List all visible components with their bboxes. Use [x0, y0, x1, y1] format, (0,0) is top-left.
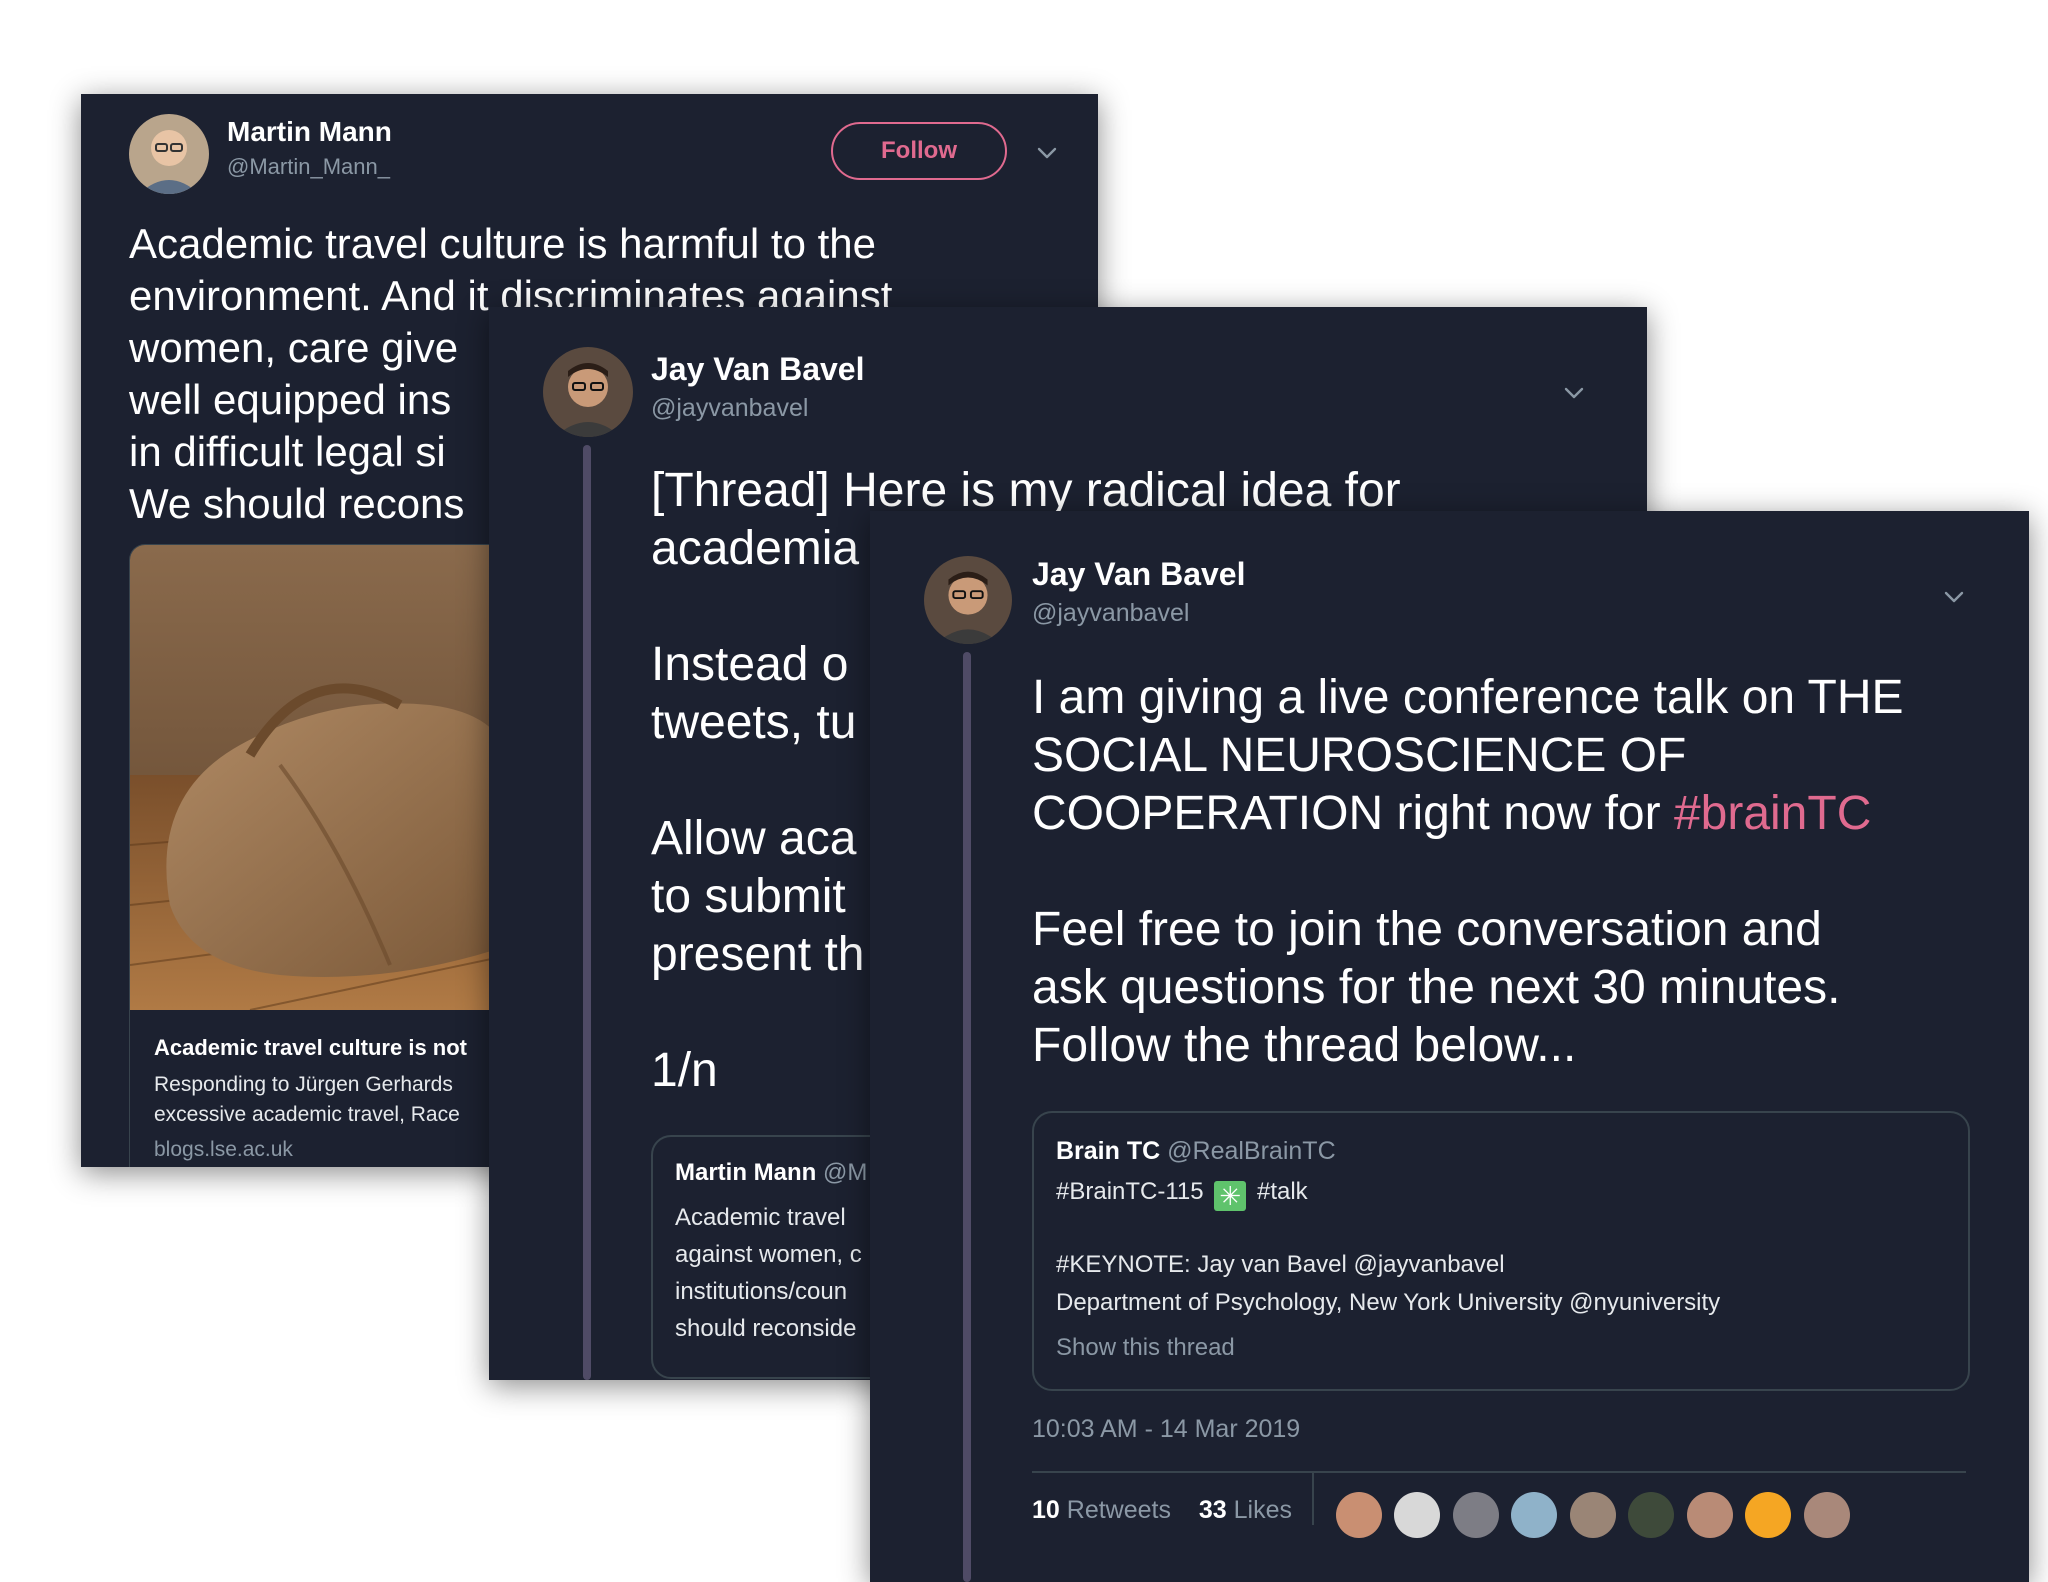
liker-avatar[interactable] — [1686, 1492, 1733, 1538]
quoted-text-line: #KEYNOTE: Jay van Bavel @jayvanbavel — [1056, 1251, 1505, 1278]
liker-avatars — [1336, 1492, 1858, 1538]
avatar[interactable] — [129, 114, 209, 194]
tweet-timestamp[interactable]: 10:03 AM - 14 Mar 2019 — [1032, 1415, 1300, 1444]
chevron-down-icon[interactable] — [1942, 585, 1966, 609]
vertical-divider — [1312, 1473, 1314, 1525]
liker-avatar[interactable] — [1569, 1492, 1616, 1538]
retweets-count[interactable]: 10 — [1032, 1496, 1060, 1524]
tweet-text-line: SOCIAL NEUROSCIENCE OF — [1032, 729, 1687, 782]
sparkle-icon: ✳ — [1214, 1181, 1247, 1211]
author-handle[interactable]: @Martin_Mann_ — [227, 154, 390, 180]
avatar[interactable] — [543, 347, 633, 437]
author-name[interactable]: Jay Van Bavel — [651, 351, 864, 388]
chevron-down-icon[interactable] — [1562, 381, 1586, 405]
quoted-text-line: institutions/coun — [675, 1278, 848, 1305]
likes-label[interactable]: Likes — [1234, 1496, 1292, 1524]
link-preview-title: Academic travel culture is not — [154, 1035, 467, 1060]
link-preview-desc-line: Responding to Jürgen Gerhards — [154, 1073, 453, 1096]
hashtag-link[interactable]: #brainTC — [1674, 787, 1871, 840]
quoted-hashtag[interactable]: #talk — [1257, 1178, 1308, 1205]
author-handle[interactable]: @jayvanbavel — [651, 394, 808, 423]
tweet-text-line: Academic travel culture is harmful to th… — [129, 220, 876, 267]
tweet-text: I am giving a live conference talk on TH… — [1032, 669, 1904, 1075]
quoted-author-name: Brain TC — [1056, 1137, 1161, 1165]
divider — [1032, 1471, 1966, 1473]
avatar[interactable] — [924, 556, 1012, 644]
tweet-text-line: COOPERATION right now for #brainTC — [1032, 785, 1904, 843]
retweets-label[interactable]: Retweets — [1067, 1496, 1171, 1524]
tweet-text-line: Follow the thread below... — [1032, 1019, 1577, 1072]
follow-button[interactable]: Follow — [831, 122, 1007, 180]
liker-avatar[interactable] — [1745, 1492, 1792, 1538]
author-name[interactable]: Martin Mann — [227, 116, 392, 148]
tweet-text-line: ask questions for the next 30 minutes. — [1032, 961, 1841, 1014]
quoted-author-name: Martin Mann — [675, 1159, 817, 1186]
liker-avatar[interactable] — [1452, 1492, 1499, 1538]
author-name[interactable]: Jay Van Bavel — [1032, 556, 1245, 593]
engagement-stats: 10 Retweets 33 Likes — [1032, 1496, 1292, 1525]
thread-connector-line — [583, 445, 591, 1380]
tweet-text-line: I am giving a live conference talk on TH… — [1032, 671, 1904, 724]
liker-avatar[interactable] — [1628, 1492, 1675, 1538]
quoted-author-handle: @RealBrainTC — [1167, 1137, 1336, 1165]
thread-connector-line — [963, 652, 971, 1582]
show-thread-link[interactable]: Show this thread — [1056, 1334, 1235, 1362]
quoted-text-line: Department of Psychology, New York Unive… — [1056, 1289, 1721, 1316]
quoted-text-line: Academic travel — [675, 1204, 846, 1231]
liker-avatar[interactable] — [1394, 1492, 1441, 1538]
tweet-text-segment: COOPERATION right now for — [1032, 787, 1674, 840]
tweet-card-live-talk: Jay Van Bavel @jayvanbavel I am giving a… — [870, 511, 2029, 1582]
tweet-text-line: Feel free to join the conversation and — [1032, 903, 1822, 956]
quoted-author-handle: @M — [823, 1159, 868, 1186]
liker-avatar[interactable] — [1803, 1492, 1850, 1538]
quoted-text-line: should reconside — [675, 1315, 857, 1342]
chevron-down-icon[interactable] — [1035, 141, 1059, 165]
liker-avatar[interactable] — [1511, 1492, 1558, 1538]
liker-avatar[interactable] — [1336, 1492, 1382, 1538]
author-handle[interactable]: @jayvanbavel — [1032, 599, 1189, 628]
quoted-text-line: against women, c — [675, 1241, 862, 1268]
quoted-hashtag[interactable]: #BrainTC-115 — [1056, 1178, 1204, 1205]
link-preview-domain: blogs.lse.ac.uk — [154, 1138, 293, 1161]
link-preview-desc-line: excessive academic travel, Race — [154, 1103, 460, 1126]
likes-count[interactable]: 33 — [1199, 1496, 1227, 1524]
quoted-tweet[interactable]: Brain TC @RealBrainTC #BrainTC-115 ✳ #ta… — [1032, 1111, 1970, 1391]
